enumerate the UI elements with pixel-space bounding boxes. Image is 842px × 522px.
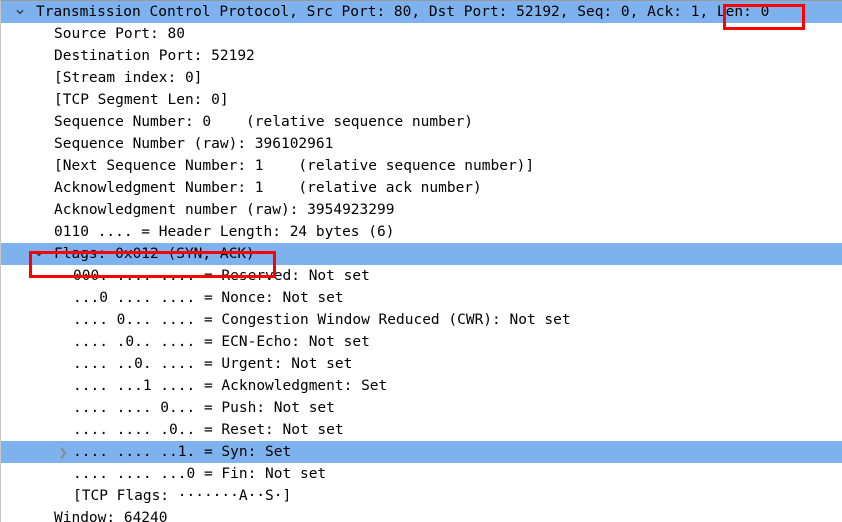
tree-row-flag-reserved[interactable]: 000. .... .... = Reserved: Not set — [1, 265, 842, 287]
tree-row-label: [TCP Flags: ·······A··S·] — [73, 488, 292, 504]
tree-row-ack-number-raw[interactable]: Acknowledgment number (raw): 3954923299 — [1, 199, 842, 221]
tree-row-tcp-root[interactable]: Transmission Control Protocol, Src Port:… — [1, 1, 842, 23]
tree-row-label: .... .... .0.. = Reset: Not set — [73, 422, 344, 438]
tree-row-label: Acknowledgment number (raw): 3954923299 — [54, 202, 395, 218]
tree-row-ack-number[interactable]: Acknowledgment Number: 1 (relative ack n… — [1, 177, 842, 199]
tree-row-label: .... ..0. .... = Urgent: Not set — [73, 356, 353, 372]
tree-row-flag-nonce[interactable]: ...0 .... .... = Nonce: Not set — [1, 287, 842, 309]
tree-row-window-size[interactable]: Window: 64240 — [1, 507, 842, 522]
tree-row-label: .... ...1 .... = Acknowledgment: Set — [73, 378, 388, 394]
packet-details-tree[interactable]: Transmission Control Protocol, Src Port:… — [1, 1, 842, 522]
tree-row-seq-number[interactable]: Sequence Number: 0 (relative sequence nu… — [1, 111, 842, 133]
tree-row-label: Acknowledgment Number: 1 (relative ack n… — [54, 180, 482, 196]
tree-row-stream-index[interactable]: [Stream index: 0] — [1, 67, 842, 89]
tree-row-label: Sequence Number: 0 (relative sequence nu… — [54, 114, 474, 130]
tree-row-label: Flags: 0x012 (SYN, ACK) — [54, 246, 255, 262]
tree-row-segment-len[interactable]: [TCP Segment Len: 0] — [1, 89, 842, 111]
tree-row-label: .... .... ...0 = Fin: Not set — [73, 466, 327, 482]
tree-row-label: Sequence Number (raw): 396102961 — [54, 136, 334, 152]
tree-row-label: .... .... ..1. = Syn: Set — [73, 444, 292, 460]
tree-row-header-length[interactable]: 0110 .... = Header Length: 24 bytes (6) — [1, 221, 842, 243]
tree-row-label: ...0 .... .... = Nonce: Not set — [73, 290, 344, 306]
tree-row-label: [TCP Segment Len: 0] — [54, 92, 229, 108]
tree-row-flags[interactable]: Flags: 0x012 (SYN, ACK) — [1, 243, 842, 265]
tree-row-flag-ecn-echo[interactable]: .... .0.. .... = ECN-Echo: Not set — [1, 331, 842, 353]
tree-row-flag-syn[interactable]: .... .... ..1. = Syn: Set — [1, 441, 842, 463]
tree-row-label: .... .... 0... = Push: Not set — [73, 400, 335, 416]
tree-row-flag-cwr[interactable]: .... 0... .... = Congestion Window Reduc… — [1, 309, 842, 331]
tree-row-label: Source Port: 80 — [54, 26, 185, 42]
tree-row-flag-fin[interactable]: .... .... ...0 = Fin: Not set — [1, 463, 842, 485]
tree-row-flag-push[interactable]: .... .... 0... = Push: Not set — [1, 397, 842, 419]
packet-details-panel: Transmission Control Protocol, Src Port:… — [0, 0, 842, 522]
tree-row-label: 000. .... .... = Reserved: Not set — [73, 268, 370, 284]
tree-row-seq-number-raw[interactable]: Sequence Number (raw): 396102961 — [1, 133, 842, 155]
tree-row-dest-port[interactable]: Destination Port: 52192 — [1, 45, 842, 67]
tree-row-flag-urgent[interactable]: .... ..0. .... = Urgent: Not set — [1, 353, 842, 375]
tree-row-label: [Stream index: 0] — [54, 70, 203, 86]
tree-row-label: [Next Sequence Number: 1 (relative seque… — [54, 158, 535, 174]
tree-row-label: .... .0.. .... = ECN-Echo: Not set — [73, 334, 370, 350]
tree-row-label: 0110 .... = Header Length: 24 bytes (6) — [54, 224, 395, 240]
tree-row-label: Window: 64240 — [54, 510, 168, 522]
tree-row-tcp-flags-str[interactable]: [TCP Flags: ·······A··S·] — [1, 485, 842, 507]
tree-row-label: Destination Port: 52192 — [54, 48, 255, 64]
tree-row-next-seq-number[interactable]: [Next Sequence Number: 1 (relative seque… — [1, 155, 842, 177]
tree-row-label: Transmission Control Protocol, Src Port:… — [36, 4, 770, 20]
tree-row-flag-reset[interactable]: .... .... .0.. = Reset: Not set — [1, 419, 842, 441]
tree-row-label: .... 0... .... = Congestion Window Reduc… — [73, 312, 571, 328]
tree-row-flag-ack[interactable]: .... ...1 .... = Acknowledgment: Set — [1, 375, 842, 397]
tree-row-source-port[interactable]: Source Port: 80 — [1, 23, 842, 45]
